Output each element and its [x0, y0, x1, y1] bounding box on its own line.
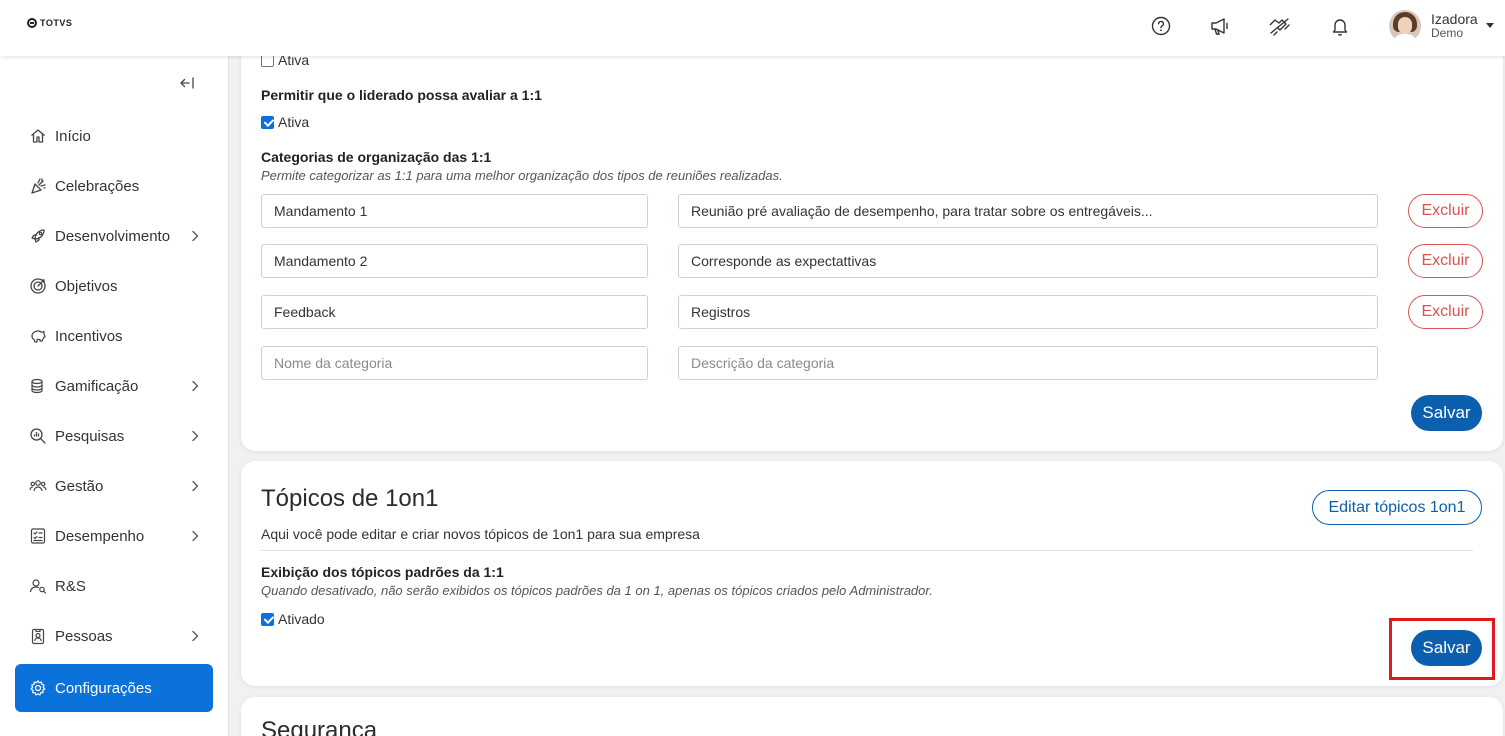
new-category-name-input[interactable] — [261, 346, 648, 380]
checkbox[interactable] — [261, 612, 274, 626]
caret-down-icon — [1485, 22, 1494, 28]
handshake-icon[interactable] — [1268, 14, 1292, 38]
chevron-right-icon — [191, 429, 199, 446]
collapse-sidebar-icon[interactable] — [179, 76, 195, 94]
sidebar-item-objetivos[interactable]: Objetivos — [15, 264, 213, 308]
coins-icon — [29, 377, 47, 395]
sidebar-item-label: Objetivos — [55, 277, 118, 295]
category-description-input[interactable] — [678, 295, 1378, 329]
category-name-input[interactable] — [261, 295, 648, 329]
sidebar-item-rs[interactable]: R&S — [15, 564, 213, 608]
help-icon[interactable] — [1149, 14, 1173, 38]
topics-card: Tópicos de 1on1 Editar tópicos 1on1 Aqui… — [241, 461, 1503, 686]
sidebar-item-label: Desempenho — [55, 527, 145, 545]
gear-icon — [29, 679, 47, 697]
sidebar-item-configuracoes[interactable]: Configurações — [15, 664, 213, 712]
sidebar-item-desempenho[interactable]: Desempenho — [15, 514, 213, 558]
checklist-icon — [29, 527, 47, 545]
search-chart-icon — [29, 427, 47, 445]
delete-category-button[interactable]: Excluir — [1408, 295, 1483, 329]
sidebar-item-inicio[interactable]: Início — [15, 114, 213, 158]
badge-icon — [29, 627, 47, 645]
sidebar-item-label: Início — [55, 127, 91, 145]
sidebar-item-label: Pesquisas — [55, 427, 125, 445]
topics-title: Tópicos de 1on1 — [261, 485, 439, 512]
chevron-right-icon — [191, 379, 199, 396]
totvs-logo[interactable]: TOTVS — [27, 18, 72, 28]
category-description-input[interactable] — [678, 194, 1378, 228]
sidebar-item-label: Incentivos — [55, 327, 123, 345]
sidebar-item-label: Configurações — [55, 679, 152, 697]
sidebar-item-pessoas[interactable]: Pessoas — [15, 614, 213, 658]
save-topics-button[interactable]: Salvar — [1411, 630, 1482, 666]
user-search-icon — [29, 577, 47, 595]
bell-icon[interactable] — [1328, 14, 1352, 38]
save-categories-button[interactable]: Salvar — [1411, 395, 1482, 431]
allow-rating-checkbox-row[interactable]: Ativa — [261, 114, 309, 130]
chevron-right-icon — [191, 229, 199, 246]
one-on-one-settings-card: Ativa Permitir que o liderado possa aval… — [241, 46, 1503, 451]
top-bar: TOTVS Izadora Demo — [0, 0, 1505, 56]
sidebar-item-desenvolvimento[interactable]: Desenvolvimento — [15, 214, 213, 258]
target-icon — [29, 277, 47, 295]
security-title: Segurança — [261, 717, 378, 736]
sidebar-item-label: Gamificação — [55, 377, 139, 395]
category-name-input[interactable] — [261, 244, 648, 278]
topics-subtitle: Aqui você pode editar e criar novos tópi… — [261, 526, 700, 542]
logo-mark-icon — [27, 18, 37, 28]
default-topics-description: Quando desativado, não serão exibidos os… — [261, 583, 933, 598]
categories-title: Categorias de organização das 1:1 — [261, 149, 492, 165]
sidebar-item-label: Pessoas — [55, 627, 113, 645]
category-description-input[interactable] — [678, 244, 1378, 278]
sidebar-item-label: Gestão — [55, 477, 104, 495]
chevron-right-icon — [191, 479, 199, 496]
sidebar-item-label: R&S — [55, 577, 86, 595]
sidebar-item-celebracoes[interactable]: Celebrações — [15, 164, 213, 208]
category-name-input[interactable] — [261, 194, 648, 228]
user-name: Izadora — [1431, 11, 1478, 27]
sidebar: Início Celebrações Desenvolvimento Objet… — [0, 56, 229, 736]
chevron-right-icon — [191, 529, 199, 546]
user-role: Demo — [1431, 26, 1464, 40]
home-icon — [29, 127, 47, 145]
megaphone-icon[interactable] — [1208, 14, 1232, 38]
logo-text: TOTVS — [40, 18, 73, 28]
sidebar-item-incentivos[interactable]: Incentivos — [15, 314, 213, 358]
checkbox[interactable] — [261, 115, 274, 129]
sidebar-item-label: Celebrações — [55, 177, 140, 195]
security-card: Segurança — [241, 697, 1503, 736]
chevron-right-icon — [191, 629, 199, 646]
allow-rating-title: Permitir que o liderado possa avaliar a … — [261, 87, 542, 103]
sidebar-item-gamificacao[interactable]: Gamificação — [15, 364, 213, 408]
rocket-icon — [29, 227, 47, 245]
delete-category-button[interactable]: Excluir — [1408, 194, 1483, 228]
checkbox-label: Ativa — [278, 114, 310, 130]
default-topics-checkbox-row[interactable]: Ativado — [261, 611, 325, 627]
user-menu[interactable]: Izadora Demo — [1389, 10, 1494, 42]
new-category-description-input[interactable] — [678, 346, 1378, 380]
sidebar-item-pesquisas[interactable]: Pesquisas — [15, 414, 213, 458]
checkbox-label: Ativado — [278, 611, 325, 627]
sidebar-item-gestao[interactable]: Gestão — [15, 464, 213, 508]
sidebar-item-label: Desenvolvimento — [55, 227, 171, 245]
piggy-bank-icon — [29, 327, 47, 345]
default-topics-title: Exibição dos tópicos padrões da 1:1 — [261, 564, 504, 580]
categories-description: Permite categorizar as 1:1 para uma melh… — [261, 168, 783, 183]
avatar — [1389, 10, 1421, 42]
edit-topics-button[interactable]: Editar tópicos 1on1 — [1312, 490, 1482, 525]
people-icon — [29, 477, 47, 495]
delete-category-button[interactable]: Excluir — [1408, 244, 1483, 278]
party-icon — [29, 177, 47, 195]
divider — [261, 550, 1473, 551]
